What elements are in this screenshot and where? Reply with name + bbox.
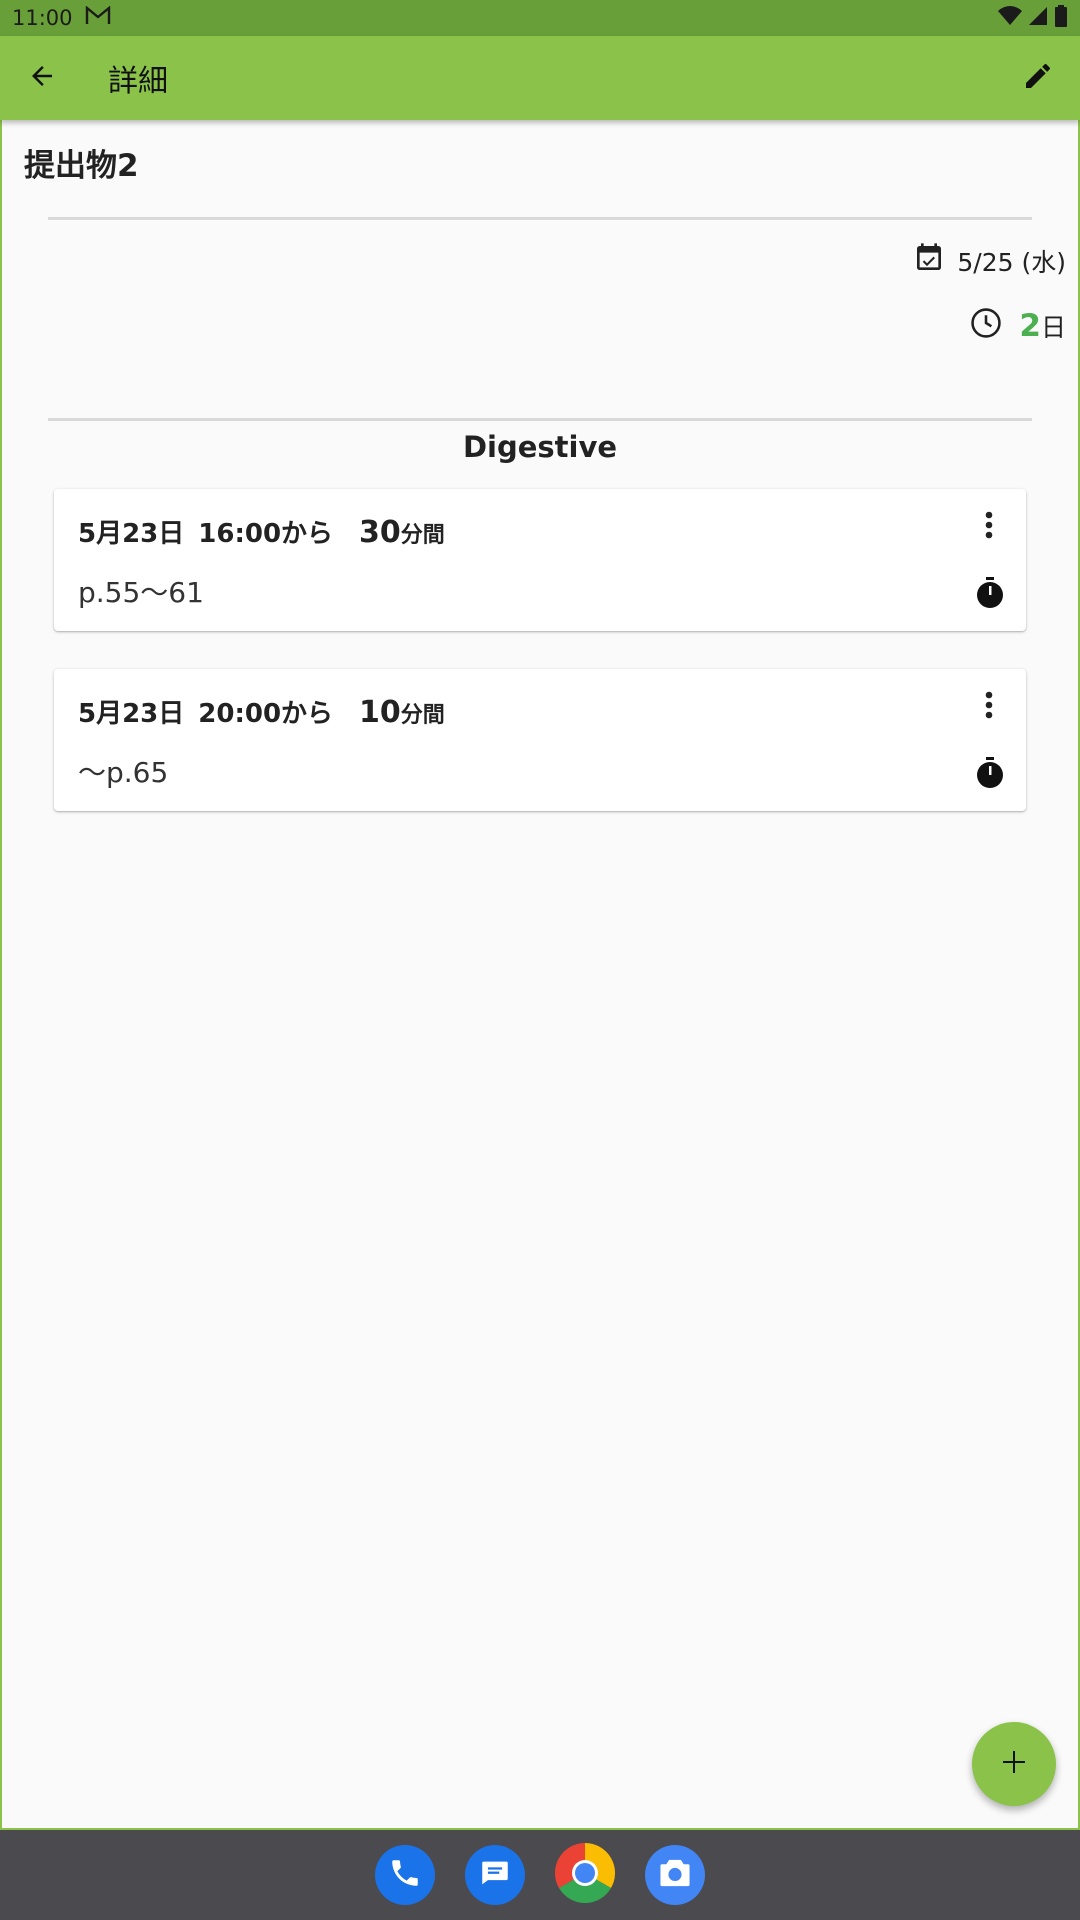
add-session-button[interactable] — [972, 1722, 1056, 1806]
plus-icon — [1001, 1749, 1027, 1779]
remaining-unit: 日 — [1040, 313, 1066, 342]
chrome-icon — [554, 1843, 616, 1907]
divider-subject — [48, 418, 1032, 421]
dock-chrome-app[interactable] — [554, 1843, 616, 1907]
status-bar: 11:00 — [0, 0, 1080, 36]
status-time: 11:00 — [12, 6, 73, 30]
page-title: 詳細 — [108, 64, 168, 99]
session-schedule: 5月23日 16:00から 30 分間 — [78, 513, 445, 550]
phone-icon — [388, 1856, 422, 1894]
remaining-days: 2日 — [1019, 308, 1066, 344]
session-pages: p.55〜61 — [78, 576, 204, 609]
status-icons — [998, 4, 1068, 32]
dock-camera-app[interactable] — [645, 1845, 705, 1905]
remaining-number: 2 — [1019, 308, 1041, 344]
gmail-notification-icon — [85, 4, 111, 31]
session-duration-number: 10 — [359, 695, 401, 730]
session-menu-button[interactable] — [974, 687, 1004, 727]
edit-button[interactable] — [996, 36, 1080, 120]
dock-phone-app[interactable] — [375, 1845, 435, 1905]
cellular-signal-icon — [1028, 6, 1048, 31]
session-duration-number: 30 — [359, 515, 401, 550]
session-timer-button[interactable] — [972, 577, 1008, 613]
dock-messages-app[interactable] — [465, 1845, 525, 1905]
session-schedule: 5月23日 20:00から 10 分間 — [78, 693, 445, 730]
battery-icon — [1054, 4, 1068, 32]
messages-icon — [478, 1856, 512, 1894]
session-pages: 〜p.65 — [78, 756, 169, 789]
divider-top — [48, 217, 1032, 220]
more-vert-icon — [985, 511, 993, 543]
dock — [0, 1830, 1080, 1920]
subject-heading: Digestive — [462, 430, 618, 464]
arrow-back-icon — [27, 61, 57, 95]
calendar-check-icon — [913, 242, 945, 280]
session-start-time: 16:00から — [198, 519, 334, 549]
session-card[interactable]: 5月23日 16:00から 30 分間 p.55〜61 — [54, 489, 1026, 631]
session-duration-unit: 分間 — [400, 523, 445, 548]
session-start-time: 20:00から — [198, 699, 334, 729]
more-vert-icon — [985, 691, 993, 723]
clock-icon — [969, 306, 1003, 346]
back-button[interactable] — [0, 36, 84, 120]
app-bar: 詳細 — [0, 36, 1080, 120]
due-date-row: 5/25 (水) — [913, 242, 1066, 280]
stopwatch-icon — [975, 757, 1005, 793]
due-date: 5/25 (水) — [957, 248, 1066, 277]
remaining-row: 2日 — [969, 306, 1066, 346]
task-title: 提出物2 — [24, 148, 139, 184]
session-card[interactable]: 5月23日 20:00から 10 分間 〜p.65 — [54, 669, 1026, 811]
camera-icon — [657, 1857, 693, 1893]
session-timer-button[interactable] — [972, 757, 1008, 793]
session-date: 5月23日 — [78, 519, 185, 549]
session-date: 5月23日 — [78, 699, 185, 729]
pencil-icon — [1022, 60, 1054, 96]
stopwatch-icon — [975, 577, 1005, 613]
session-duration-unit: 分間 — [400, 703, 445, 728]
wifi-icon — [998, 5, 1022, 31]
session-menu-button[interactable] — [974, 507, 1004, 547]
